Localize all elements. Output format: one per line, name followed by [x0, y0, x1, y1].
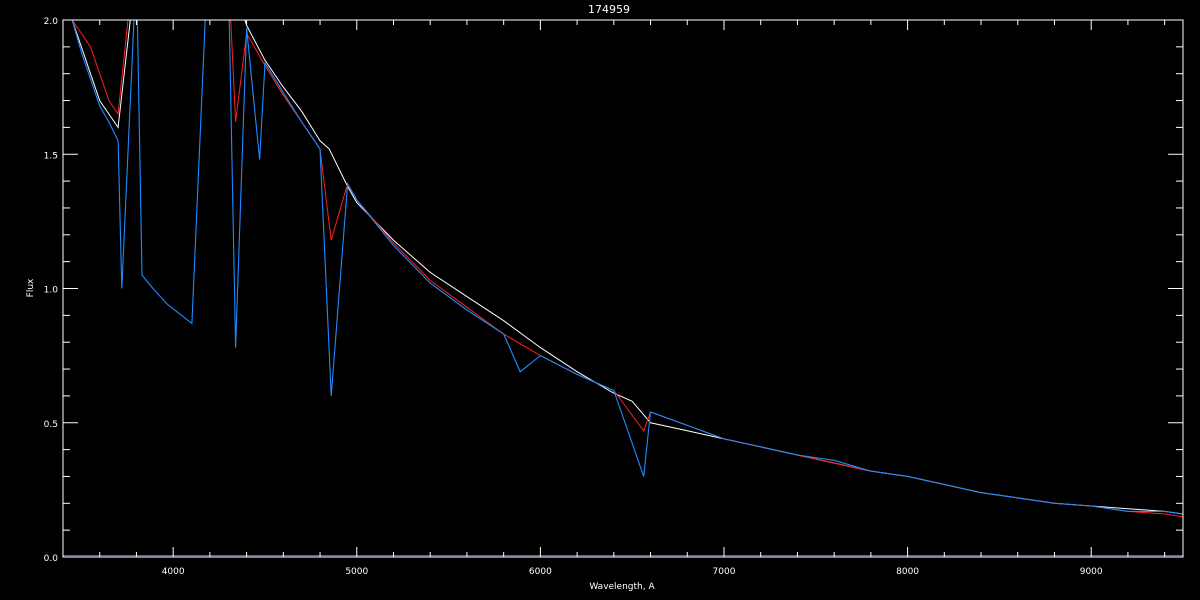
- y-tick-label: 1.5: [44, 151, 58, 161]
- y-tick-label: 1.0: [44, 286, 59, 296]
- chart-background: [0, 0, 1200, 600]
- spectrum-chart: 174959 4000 5000 6000 7000 8000 9000 0.0 0.5 1.0…: [0, 0, 1200, 600]
- x-tick-label: 4000: [162, 567, 185, 577]
- x-tick-label: 5000: [345, 567, 368, 577]
- x-tick-label: 6000: [529, 567, 552, 577]
- x-axis-label: Wavelength, A: [589, 582, 655, 592]
- y-tick-label: 0.0: [44, 554, 59, 564]
- y-tick-label: 2.0: [44, 17, 59, 27]
- x-tick-label: 8000: [896, 567, 919, 577]
- y-tick-label: 0.5: [44, 420, 58, 430]
- y-axis-label: Flux: [26, 278, 36, 297]
- x-tick-label: 7000: [713, 567, 736, 577]
- x-tick-label: 9000: [1080, 567, 1103, 577]
- chart-title: 174959: [588, 3, 630, 16]
